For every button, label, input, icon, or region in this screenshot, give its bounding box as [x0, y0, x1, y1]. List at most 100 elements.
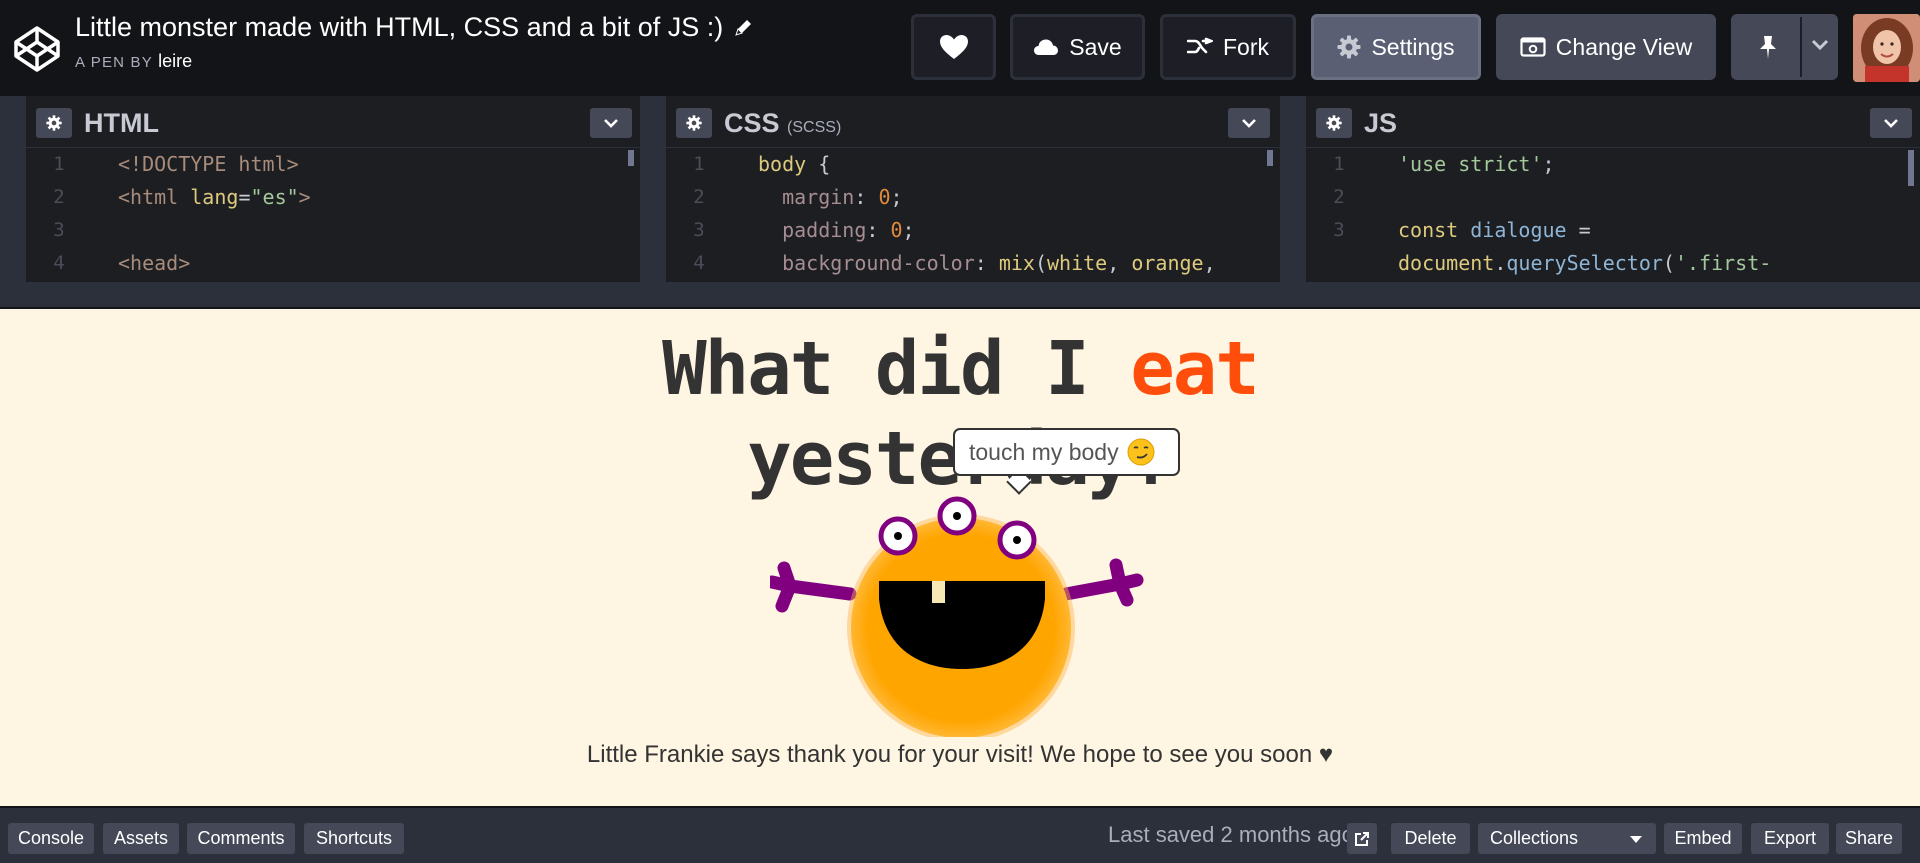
gear-icon	[1326, 115, 1342, 131]
pencil-icon[interactable]	[733, 18, 753, 38]
code-line[interactable]: 4 background-color: mix(white, orange,	[666, 247, 1280, 280]
monster-illustration[interactable]	[770, 477, 1170, 737]
pen-title[interactable]: Little monster made with HTML, CSS and a…	[75, 12, 753, 43]
cloud-icon	[1034, 39, 1059, 55]
css-editor-title-text: CSS	[724, 108, 780, 138]
pen-title-block: Little monster made with HTML, CSS and a…	[75, 12, 753, 72]
html-collapse-button[interactable]	[590, 108, 632, 138]
css-editor[interactable]: CSS (SCSS) 1 body {2 margin: 0; 3 padding:…	[666, 96, 1280, 282]
code-line[interactable]: 1 body {	[666, 148, 1280, 181]
external-link-icon	[1355, 831, 1369, 846]
pen-title-text[interactable]: Little monster made with HTML, CSS and a…	[75, 12, 723, 43]
fork-icon	[1187, 37, 1213, 54]
css-scrollbar[interactable]	[1267, 150, 1273, 166]
js-scrollbar[interactable]	[1908, 150, 1914, 186]
code-line[interactable]: 2 margin: 0;	[666, 181, 1280, 214]
open-external-button[interactable]	[1347, 823, 1377, 854]
monster-left-arm	[770, 561, 857, 613]
fork-button[interactable]: Fork	[1160, 14, 1296, 80]
gear-icon	[46, 115, 62, 131]
user-avatar[interactable]	[1853, 14, 1920, 82]
code-text[interactable]: <html lang="es">	[118, 181, 311, 214]
pin-menu[interactable]	[1731, 14, 1838, 80]
js-settings-button[interactable]	[1316, 108, 1352, 138]
monster-right-arm	[1059, 558, 1144, 607]
html-scrollbar[interactable]	[628, 150, 634, 166]
code-line[interactable]: document.querySelector('.first-	[1306, 247, 1920, 280]
code-text[interactable]: <!DOCTYPE html>	[118, 148, 299, 181]
speech-bubble-text: touch my body	[969, 438, 1119, 465]
css-preprocessor-label: (SCSS)	[787, 119, 842, 136]
js-editor-header: JS	[1306, 96, 1920, 148]
code-text[interactable]: <head>	[118, 247, 190, 280]
js-collapse-button[interactable]	[1870, 108, 1912, 138]
chevron-down-icon	[1242, 119, 1256, 128]
code-line[interactable]: 1 <!DOCTYPE html>	[26, 148, 640, 181]
html-code[interactable]: 1 <!DOCTYPE html> 2 <html lang="es"> 3 4 <head…	[26, 148, 640, 282]
share-button[interactable]: Share	[1836, 823, 1902, 854]
settings-button[interactable]: Settings	[1311, 14, 1481, 80]
embed-button[interactable]: Embed	[1664, 823, 1742, 854]
html-editor[interactable]: HTML 1 <!DOCTYPE html> 2 <html lang="es"> 3 4…	[26, 96, 640, 282]
code-line[interactable]: 3 const dialogue =	[1306, 214, 1920, 247]
thank-you-message: Little Frankie says thank you for your v…	[586, 741, 1334, 768]
save-button[interactable]: Save	[1010, 14, 1145, 80]
line-number: 1	[693, 153, 705, 175]
settings-button-label: Settings	[1371, 33, 1455, 60]
js-code[interactable]: 1 'use strict'; 2 3 const dialogue = document…	[1306, 148, 1920, 282]
line-number: 4	[693, 252, 705, 274]
line-number: 1	[53, 153, 65, 175]
delete-button[interactable]: Delete	[1391, 823, 1470, 854]
headline-line-1: What did I eat	[0, 326, 1920, 412]
editor-resize-bar[interactable]	[0, 282, 1920, 309]
css-editor-title: CSS (SCSS)	[724, 108, 841, 139]
pen-by-label: A PEN BY	[75, 54, 153, 71]
line-number: 2	[1333, 186, 1345, 208]
shortcuts-button[interactable]: Shortcuts	[304, 823, 404, 854]
comments-button[interactable]: Comments	[187, 823, 295, 854]
line-number: 4	[53, 252, 65, 274]
code-text[interactable]: const dialogue =	[1398, 214, 1591, 247]
code-text[interactable]: background-color: mix(white, orange,	[758, 247, 1216, 280]
monster-eye-middle	[937, 496, 977, 536]
like-button[interactable]	[911, 14, 996, 80]
header: Little monster made with HTML, CSS and a…	[0, 0, 1920, 96]
speech-bubble: touch my body	[953, 428, 1180, 476]
html-settings-button[interactable]	[36, 108, 72, 138]
code-line[interactable]: 2 <html lang="es">	[26, 181, 640, 214]
codepen-logo-icon[interactable]	[12, 24, 62, 74]
js-editor[interactable]: JS 1 'use strict'; 2 3 const dialogue = docum…	[1306, 96, 1920, 282]
css-collapse-button[interactable]	[1228, 108, 1270, 138]
caret-down-icon	[1630, 836, 1642, 843]
code-line[interactable]: 2	[1306, 181, 1920, 214]
code-text[interactable]: margin: 0;	[758, 181, 902, 214]
css-editor-header: CSS (SCSS)	[666, 96, 1280, 148]
css-code[interactable]: 1 body {2 margin: 0; 3 padding: 0; 4 backgr…	[666, 148, 1280, 282]
heart-icon	[939, 35, 968, 59]
chevron-down-icon	[1884, 119, 1898, 128]
code-line[interactable]: 1 'use strict';	[1306, 148, 1920, 181]
gear-icon	[686, 115, 702, 131]
chevron-down-icon[interactable]	[1810, 38, 1830, 52]
code-line[interactable]: 3 padding: 0;	[666, 214, 1280, 247]
monster-tooth	[932, 581, 945, 603]
pin-icon	[1760, 36, 1776, 59]
code-line[interactable]: 3	[26, 214, 640, 247]
code-text[interactable]: 'use strict';	[1398, 148, 1555, 181]
collections-label: Collections	[1490, 828, 1579, 848]
change-view-button[interactable]: Change View	[1496, 14, 1716, 80]
assets-button[interactable]: Assets	[103, 823, 179, 854]
code-text[interactable]: padding: 0;	[758, 214, 914, 247]
gear-icon	[1337, 35, 1361, 59]
line-number: 3	[53, 219, 65, 241]
monster-eye-right	[997, 520, 1037, 560]
console-button[interactable]: Console	[8, 823, 94, 854]
code-text[interactable]: document.querySelector('.first-	[1398, 247, 1771, 280]
css-settings-button[interactable]	[676, 108, 712, 138]
code-line[interactable]: 4 <head>	[26, 247, 640, 280]
code-text[interactable]: body {	[758, 148, 830, 181]
export-button[interactable]: Export	[1751, 823, 1829, 854]
author-link[interactable]: leire	[158, 51, 192, 71]
collections-dropdown[interactable]: Collections	[1478, 823, 1656, 854]
view-layout-icon	[1520, 37, 1546, 57]
